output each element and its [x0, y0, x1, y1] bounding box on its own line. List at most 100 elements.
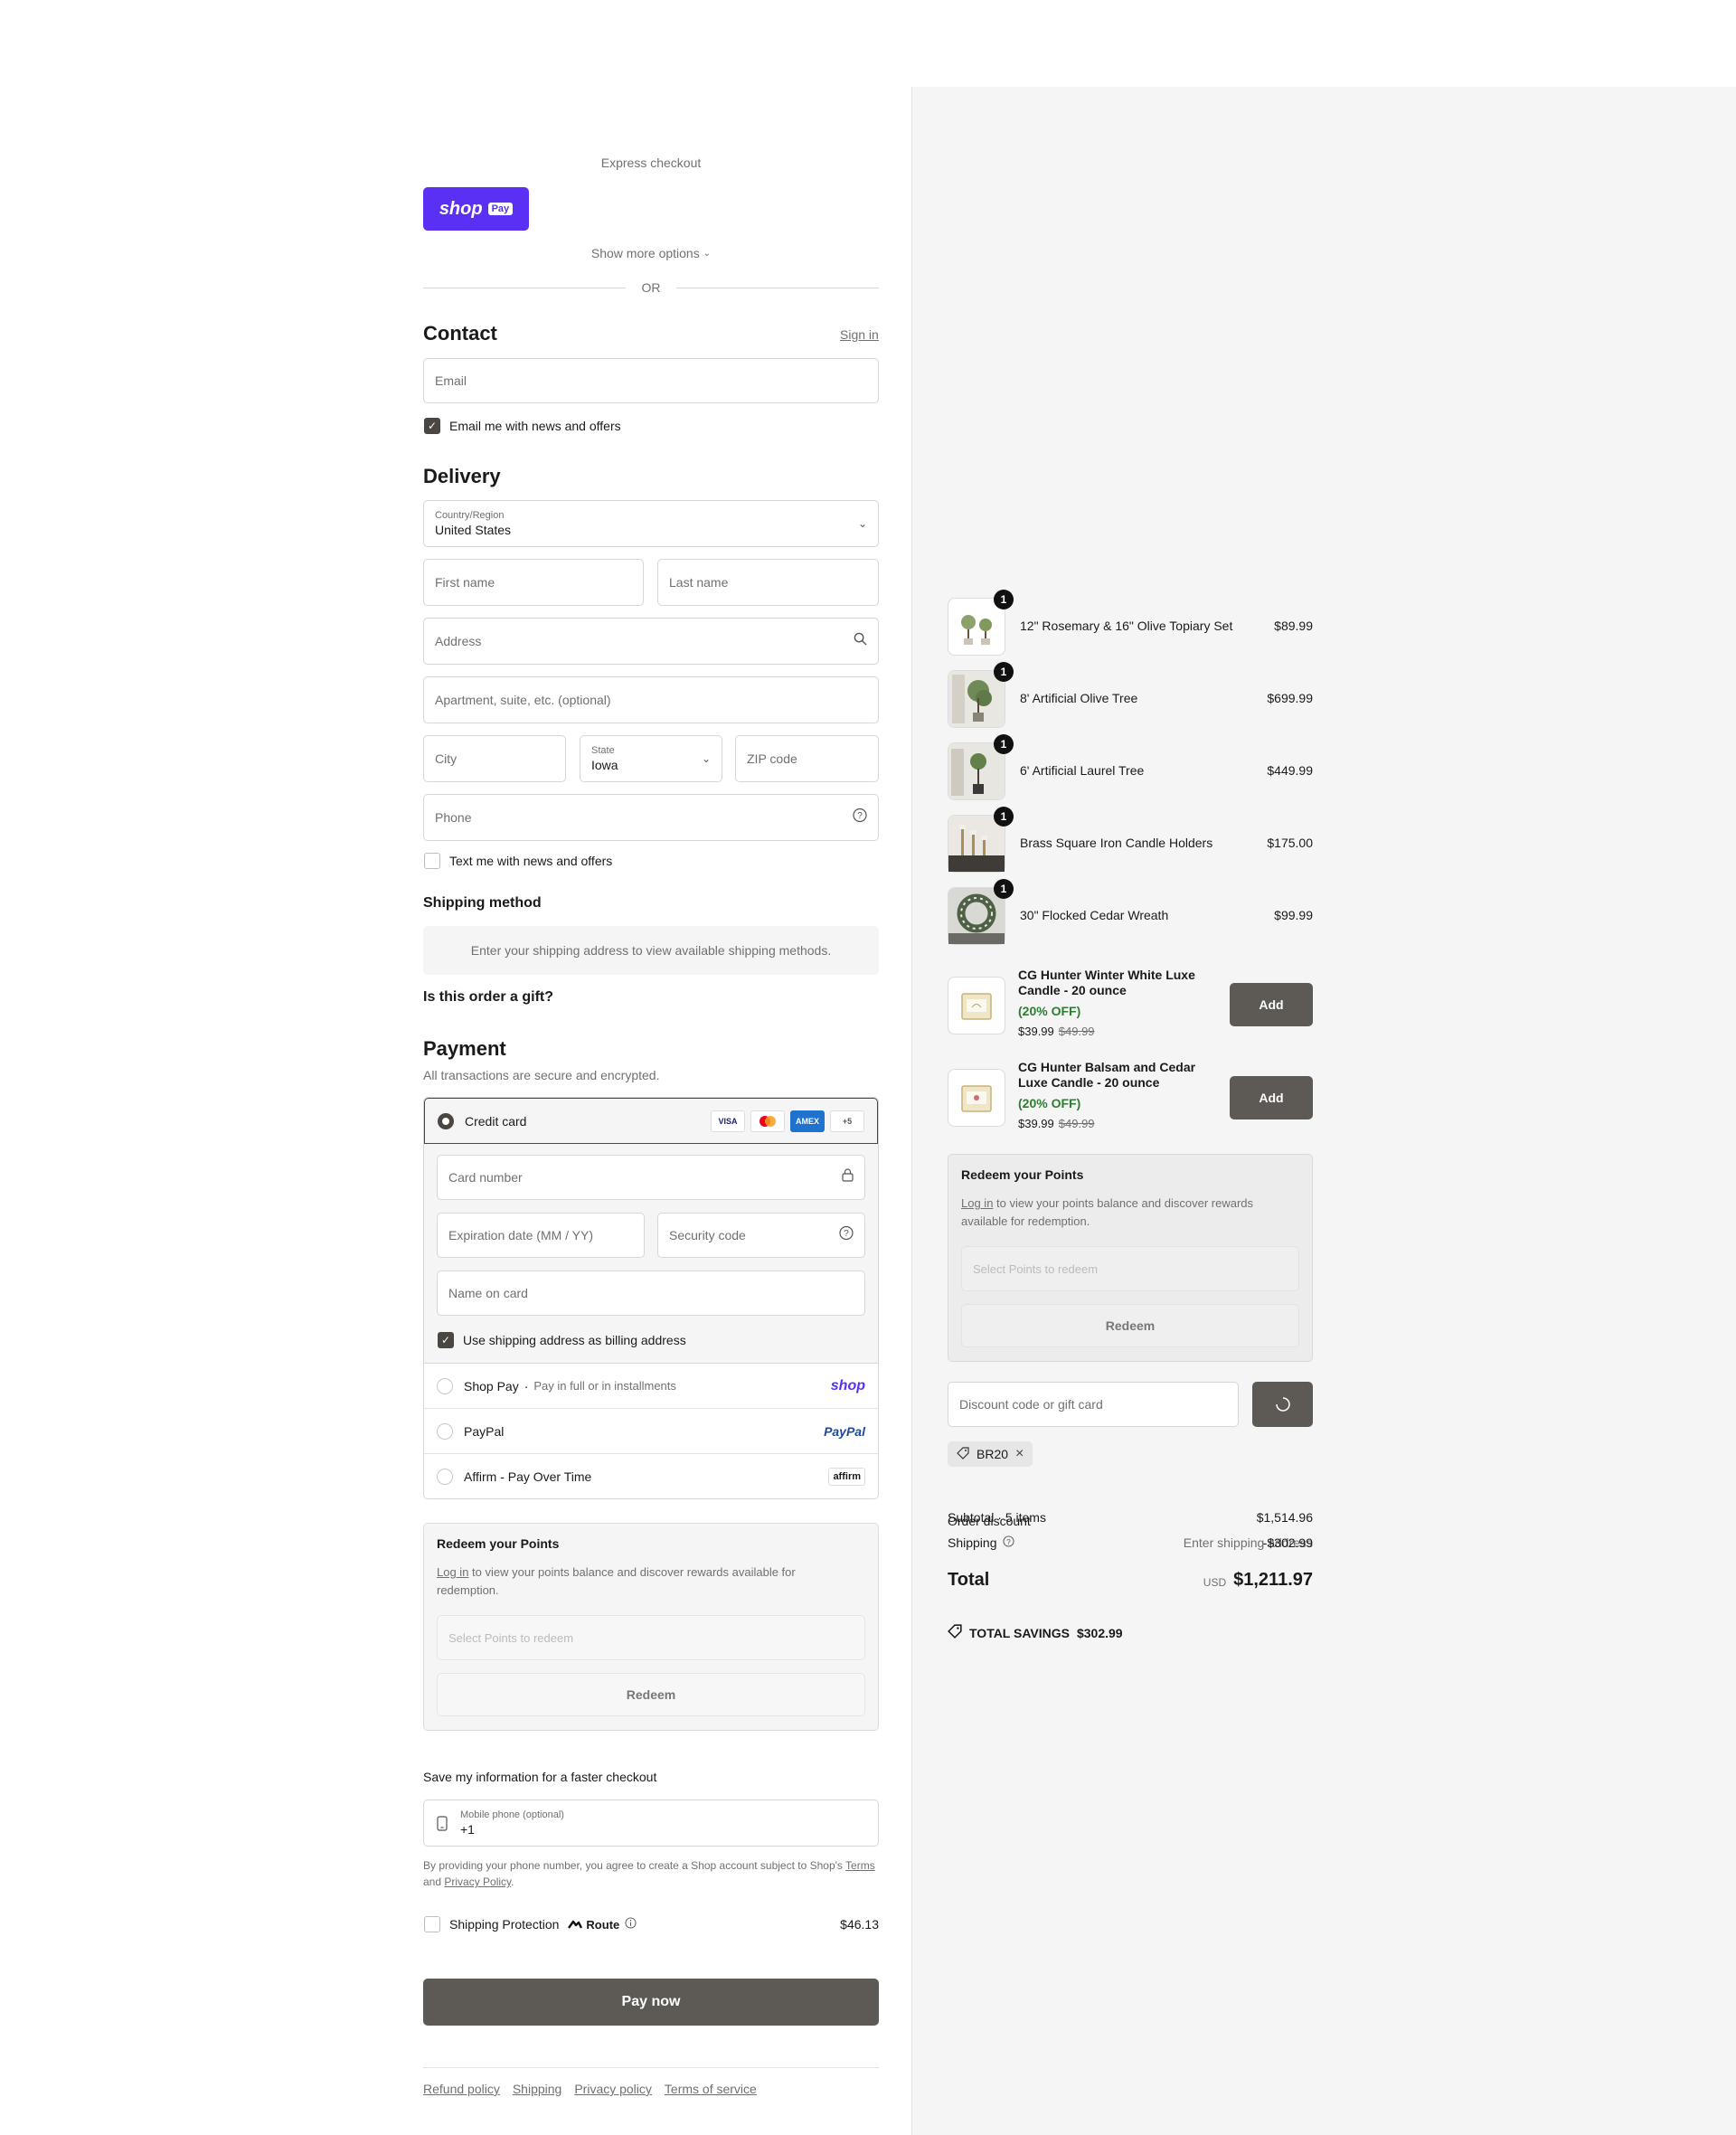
legal-end: . — [511, 1875, 514, 1888]
svg-text:?: ? — [857, 811, 863, 821]
credit-card-radio[interactable] — [438, 1112, 454, 1129]
paypal-option[interactable]: PayPal PayPal — [424, 1409, 878, 1454]
discount-code-field[interactable]: Discount code or gift card — [948, 1382, 1239, 1427]
quantity-badge: 1 — [994, 590, 1014, 609]
chevron-down-icon: ⌄ — [857, 517, 867, 530]
mobile-phone-value: +1 — [460, 1822, 475, 1837]
subtotal-value: $1,514.96 — [1256, 1510, 1313, 1525]
mobile-phone-label: Mobile phone (optional) — [460, 1809, 564, 1820]
refund-policy-link[interactable]: Refund policy — [423, 2082, 500, 2096]
laurel-tree-image-icon — [948, 743, 1005, 799]
points-login-link-right[interactable]: Log in — [961, 1196, 993, 1210]
show-more-options[interactable]: Show more options ⌄ — [423, 246, 879, 260]
pay-now-button[interactable]: Pay now — [423, 1979, 879, 2026]
credit-card-option[interactable]: Credit card VISA AMEX +5 — [424, 1098, 878, 1144]
apartment-field[interactable]: Apartment, suite, etc. (optional) — [423, 676, 879, 723]
redeem-button-left[interactable]: Redeem — [437, 1673, 865, 1716]
use-shipping-checkbox[interactable]: ✓ — [438, 1332, 454, 1348]
country-select[interactable]: Country/Region United States ⌄ — [423, 500, 879, 547]
shop-pay-label: Shop Pay — [464, 1378, 519, 1393]
cart-item-thumbnail: 1 — [948, 662, 1014, 728]
address-placeholder: Address — [435, 634, 482, 648]
help-circle-icon[interactable]: ? — [839, 1225, 854, 1245]
cart-item-price: $89.99 — [1274, 619, 1313, 633]
search-icon — [854, 632, 867, 650]
city-field[interactable]: City — [423, 735, 566, 782]
mobile-phone-field[interactable]: Mobile phone (optional) +1 — [423, 1800, 879, 1847]
points-select-right[interactable]: Select Points to redeem — [961, 1246, 1299, 1291]
address-field[interactable]: Address — [423, 618, 879, 665]
email-news-checkbox[interactable]: ✓ — [424, 418, 440, 434]
state-label: State — [591, 745, 615, 756]
shop-pay-subtitle: Pay in full or in installments — [533, 1379, 676, 1393]
expiration-field[interactable]: Expiration date (MM / YY) — [437, 1213, 645, 1258]
discount-tag-code: BR20 — [976, 1447, 1009, 1461]
gift-heading[interactable]: Is this order a gift? — [423, 989, 553, 1006]
shop-legal-text: By providing your phone number, you agre… — [423, 1857, 879, 1890]
redeem-button-right[interactable]: Redeem — [961, 1304, 1299, 1347]
terms-of-service-link[interactable]: Terms of service — [665, 2082, 757, 2096]
credit-card-label: Credit card — [465, 1113, 527, 1129]
shipping-policy-link[interactable]: Shipping — [513, 2082, 562, 2096]
shipping-protection-price: $46.13 — [840, 1917, 879, 1932]
shipping-method-heading: Shipping method — [423, 895, 542, 911]
help-circle-icon[interactable]: ? — [1002, 1535, 1014, 1550]
last-name-field[interactable]: Last name — [657, 559, 879, 606]
first-name-field[interactable]: First name — [423, 559, 644, 606]
upsell-thumbnail — [948, 977, 1005, 1034]
points-login-link-left[interactable]: Log in — [437, 1565, 468, 1579]
phone-placeholder: Phone — [435, 810, 472, 825]
shipping-method-notice-text: Enter your shipping address to view avai… — [470, 943, 832, 958]
apartment-placeholder: Apartment, suite, etc. (optional) — [435, 693, 611, 707]
state-select[interactable]: State Iowa ⌄ — [580, 735, 722, 782]
phone-field[interactable]: Phone ? — [423, 794, 879, 841]
expiration-placeholder: Expiration date (MM / YY) — [448, 1228, 594, 1242]
candle-image-icon — [961, 993, 992, 1020]
total-amount: USD $1,211.97 — [1132, 1570, 1313, 1591]
email-field[interactable]: Email — [423, 358, 879, 403]
affirm-radio[interactable] — [437, 1469, 453, 1485]
security-code-field[interactable]: Security code ? — [657, 1213, 865, 1258]
upsell-add-button[interactable]: Add — [1230, 983, 1313, 1026]
privacy-policy-link[interactable]: Privacy policy — [574, 2082, 652, 2096]
shop-pay-button[interactable]: shop Pay — [423, 187, 529, 231]
text-news-checkbox[interactable] — [424, 853, 440, 869]
security-code-placeholder: Security code — [669, 1228, 746, 1242]
shipping-protection-checkbox[interactable] — [424, 1916, 440, 1932]
paypal-label: PayPal — [464, 1423, 505, 1439]
paypal-logo: PayPal — [824, 1423, 865, 1439]
sign-in-link[interactable]: Sign in — [840, 327, 879, 342]
order-discount-value: -$302.99 — [1262, 1535, 1313, 1550]
close-icon[interactable]: × — [1015, 1446, 1024, 1462]
points-select-left[interactable]: Select Points to redeem — [437, 1615, 865, 1660]
zip-field[interactable]: ZIP code — [735, 735, 879, 782]
quantity-badge: 1 — [994, 662, 1014, 682]
olive-tree-image-icon — [948, 671, 1005, 727]
points-text-right: Log in to view your points balance and d… — [961, 1195, 1296, 1231]
cart-item-thumbnail: 1 — [948, 879, 1014, 945]
shop-pay-option[interactable]: Shop Pay · Pay in full or in installment… — [424, 1364, 878, 1409]
terms-link[interactable]: Terms — [845, 1859, 875, 1872]
discount-code-placeholder: Discount code or gift card — [959, 1397, 1103, 1412]
chevron-down-icon: ⌄ — [701, 752, 711, 765]
affirm-option[interactable]: Affirm - Pay Over Time affirm — [424, 1454, 878, 1498]
name-on-card-field[interactable]: Name on card — [437, 1271, 865, 1316]
upsell-add-button[interactable]: Add — [1230, 1076, 1313, 1119]
help-circle-icon[interactable]: ? — [853, 808, 867, 827]
cart-item-price: $99.99 — [1274, 908, 1313, 922]
apply-discount-button[interactable] — [1252, 1382, 1313, 1427]
card-number-field[interactable]: Card number — [437, 1155, 865, 1200]
use-shipping-option[interactable]: ✓ Use shipping address as billing addres… — [438, 1332, 686, 1348]
cart-item-price: $175.00 — [1267, 836, 1313, 850]
paypal-radio[interactable] — [437, 1422, 453, 1440]
shop-pay-radio[interactable] — [437, 1377, 453, 1394]
points-text-left: Log in to view your points balance and d… — [437, 1563, 835, 1600]
amex-icon: AMEX — [790, 1110, 825, 1132]
privacy-link[interactable]: Privacy Policy — [444, 1875, 511, 1888]
text-news-option[interactable]: Text me with news and offers — [424, 853, 612, 869]
info-icon[interactable] — [625, 1917, 637, 1932]
upsell-compare-price: $49.99 — [1058, 1025, 1095, 1038]
email-news-option[interactable]: ✓ Email me with news and offers — [424, 418, 621, 434]
payment-subtitle: All transactions are secure and encrypte… — [423, 1068, 660, 1082]
shipping-protection-option[interactable]: Shipping Protection Route — [424, 1916, 637, 1932]
